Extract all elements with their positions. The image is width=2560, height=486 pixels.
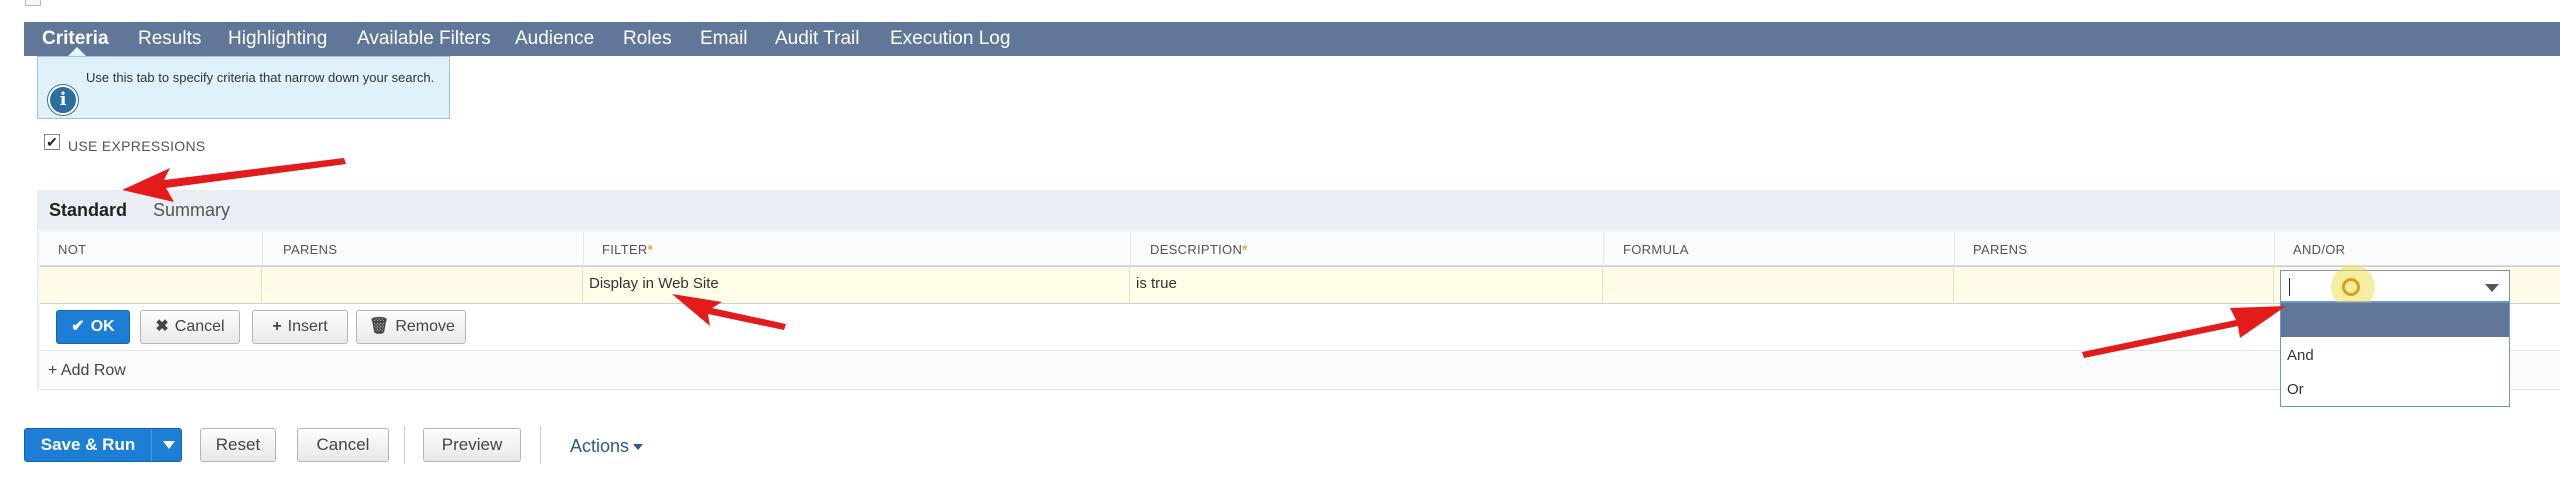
- col-description: DESCRIPTION*: [1150, 242, 1248, 257]
- row-action-bar: ✔ OK ✖ Cancel + Insert 🗑 Remove: [40, 304, 2560, 350]
- subtab-bar: Standard Summary: [37, 190, 2560, 230]
- formula-cell[interactable]: [1603, 267, 1954, 303]
- tab-execution-log[interactable]: Execution Log: [890, 22, 1010, 56]
- col-parens-close: PARENS: [1973, 242, 2028, 257]
- use-expressions-checkbox[interactable]: ✔: [44, 134, 60, 150]
- tab-highlighting[interactable]: Highlighting: [228, 22, 327, 56]
- actions-menu[interactable]: Actions: [570, 436, 644, 457]
- parens-open-cell[interactable]: [262, 267, 583, 303]
- description-cell[interactable]: is true: [1130, 267, 1603, 303]
- ok-button[interactable]: ✔ OK: [56, 310, 130, 344]
- add-row-button[interactable]: + Add Row: [48, 362, 126, 380]
- remove-button[interactable]: 🗑 Remove: [356, 310, 466, 344]
- active-tab-caret: [68, 47, 86, 56]
- preview-button[interactable]: Preview: [423, 428, 521, 462]
- cancel-row-button[interactable]: ✖ Cancel: [140, 310, 240, 344]
- col-and-or: AND/OR: [2293, 242, 2346, 257]
- top-clipped-row: [0, 0, 2560, 22]
- caret-down-icon: [633, 444, 644, 451]
- tab-results[interactable]: Results: [138, 22, 201, 56]
- dropdown-option-or[interactable]: Or: [2281, 373, 2509, 407]
- subtab-summary[interactable]: Summary: [153, 200, 230, 221]
- tab-audit-trail[interactable]: Audit Trail: [775, 22, 859, 56]
- check-icon: ✔: [71, 318, 85, 335]
- save-menu-chevron-icon[interactable]: [163, 441, 175, 449]
- and-or-select[interactable]: [2280, 265, 2510, 309]
- clipped-checkbox[interactable]: [25, 0, 41, 6]
- info-icon: i: [48, 85, 78, 115]
- col-formula: FORMULA: [1623, 242, 1689, 257]
- column-headers: NOT PARENS FILTER* DESCRIPTION* FORMULA …: [40, 232, 2560, 266]
- text-cursor: [2289, 278, 2290, 296]
- use-expressions-label: USE EXPRESSIONS: [68, 138, 206, 154]
- dropdown-option-and[interactable]: And: [2281, 339, 2509, 373]
- tab-email[interactable]: Email: [700, 22, 748, 56]
- plus-icon: +: [272, 318, 282, 335]
- help-box: i Use this tab to specify criteria that …: [37, 56, 450, 119]
- reset-button[interactable]: Reset: [200, 428, 276, 462]
- chevron-down-icon[interactable]: [2485, 284, 2499, 292]
- col-parens-open: PARENS: [283, 242, 338, 257]
- and-or-dropdown-list: And Or: [2280, 302, 2510, 407]
- not-cell[interactable]: [40, 267, 262, 303]
- subtab-standard[interactable]: Standard: [49, 200, 127, 221]
- trash-icon: 🗑: [369, 318, 390, 335]
- tab-available-filters[interactable]: Available Filters: [357, 22, 491, 56]
- help-text: Use this tab to specify criteria that na…: [86, 70, 435, 85]
- close-icon: ✖: [155, 318, 169, 335]
- tab-bar: Criteria Results Highlighting Available …: [24, 22, 2560, 56]
- add-row-bar: + Add Row: [40, 350, 2560, 390]
- tab-audience[interactable]: Audience: [515, 22, 594, 56]
- tab-roles[interactable]: Roles: [623, 22, 672, 56]
- col-not: NOT: [58, 242, 87, 257]
- col-filter: FILTER*: [602, 242, 653, 257]
- dropdown-option-blank[interactable]: [2281, 303, 2509, 337]
- required-marker: *: [1242, 242, 1248, 257]
- insert-button[interactable]: + Insert: [252, 310, 348, 344]
- parens-close-cell[interactable]: [1954, 267, 2274, 303]
- required-marker: *: [647, 242, 653, 257]
- filter-cell[interactable]: Display in Web Site: [583, 267, 1130, 303]
- criteria-edit-row: Display in Web Site is true: [40, 266, 2560, 304]
- click-ring: [2342, 278, 2360, 296]
- save-and-run-button[interactable]: Save & Run: [24, 428, 182, 462]
- cancel-button[interactable]: Cancel: [297, 428, 389, 462]
- plus-icon: +: [48, 362, 61, 379]
